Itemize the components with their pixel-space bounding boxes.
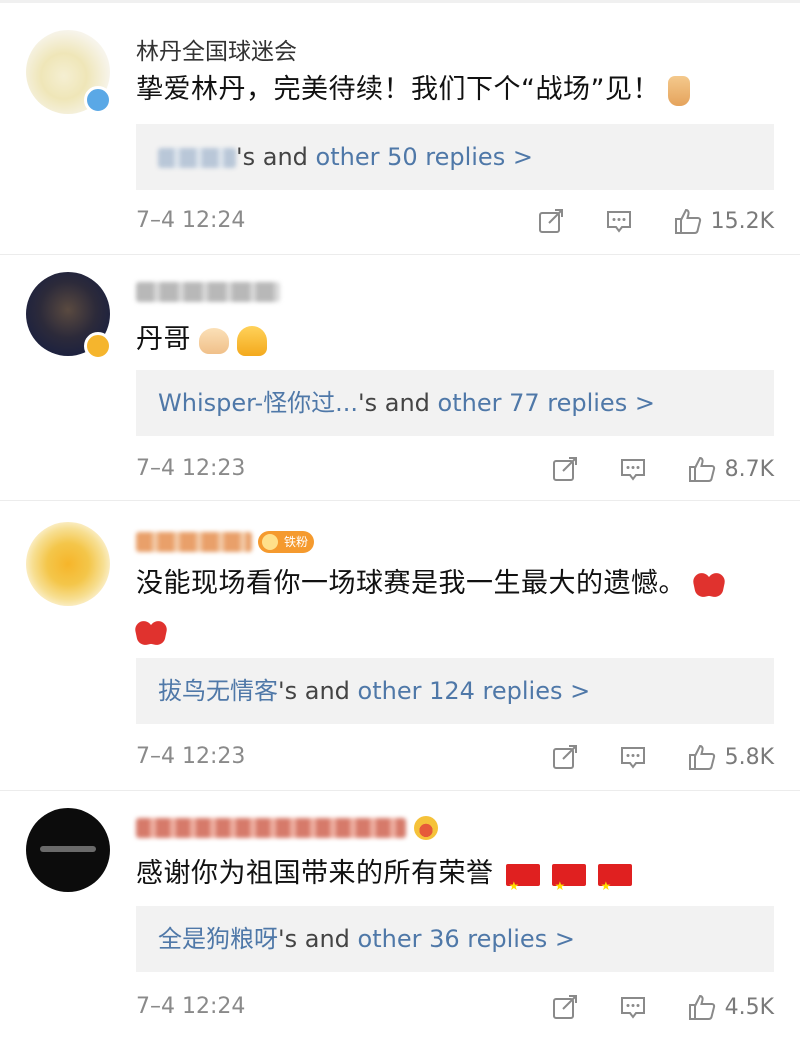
comment-item: 铁粉 没能现场看你一场球赛是我一生最大的遗憾。 拔鸟无情客's and othe…	[0, 500, 800, 794]
replies-link[interactable]: other 36 replies >	[358, 925, 575, 953]
repost-icon	[552, 745, 577, 769]
repost-button[interactable]	[551, 993, 579, 1021]
repost-button[interactable]	[551, 455, 579, 483]
comment-meta: 7–4 12:23 5.8K	[136, 740, 774, 774]
replies-link[interactable]: other 77 replies >	[438, 389, 655, 417]
replies-preview[interactable]: 's and other 50 replies >	[136, 124, 774, 190]
clapping-hands-emoji-icon	[199, 327, 229, 354]
username[interactable]: 林丹全国球迷会	[136, 32, 297, 66]
comment-icon	[620, 747, 645, 769]
comment-button[interactable]	[619, 993, 647, 1021]
like-icon	[674, 208, 701, 234]
replies-link[interactable]: other 50 replies >	[316, 143, 533, 171]
like-icon	[688, 744, 715, 770]
comment-text: 丹哥	[136, 316, 770, 364]
repost-icon	[552, 457, 577, 481]
reply-user[interactable]: 全是狗粮呀	[158, 925, 278, 953]
comment-item: 感谢你为祖国带来的所有荣誉 全是狗粮呀's and other 36 repli…	[0, 790, 800, 1040]
like-icon	[688, 456, 715, 482]
comment-button[interactable]	[619, 743, 647, 771]
comment-text-content: 感谢你为祖国带来的所有荣誉	[136, 858, 494, 889]
replies-preview[interactable]: 拔鸟无情客's and other 124 replies >	[136, 658, 774, 724]
replies-link[interactable]: other 124 replies >	[358, 677, 591, 705]
fan-badge: 铁粉	[258, 531, 315, 553]
comment-item: 丹哥 Whisper-怪你过...'s and other 77 replies…	[0, 254, 800, 504]
comment-button[interactable]	[619, 455, 647, 483]
timestamp: 7–4 12:24	[136, 994, 246, 1019]
action-bar: 15.2K	[497, 204, 774, 238]
comment-meta: 7–4 12:23 8.7K	[136, 452, 774, 486]
replies-preview[interactable]: Whisper-怪你过...'s and other 77 replies >	[136, 370, 774, 436]
comment-meta: 7–4 12:24 15.2K	[136, 204, 774, 238]
comment-button[interactable]	[605, 207, 633, 235]
avatar[interactable]	[26, 522, 110, 606]
crown-badge-icon	[414, 816, 438, 840]
comment-text: 感谢你为祖国带来的所有荣誉	[136, 850, 770, 910]
reply-user-blurred	[158, 148, 236, 168]
reply-suffix: 's and	[236, 143, 316, 171]
username-blurred[interactable]	[136, 818, 406, 838]
action-bar: 5.8K	[511, 740, 774, 774]
repost-button[interactable]	[537, 207, 565, 235]
folded-hands-emoji-icon	[237, 325, 267, 356]
username-blurred[interactable]	[136, 532, 252, 552]
broken-heart-emoji-icon	[694, 571, 724, 599]
like-button[interactable]: 8.7K	[687, 454, 774, 484]
action-bar: 8.7K	[511, 452, 774, 486]
like-count: 5.8K	[724, 744, 774, 770]
china-flag-emoji-icon	[505, 862, 540, 910]
repost-icon	[552, 995, 577, 1019]
timestamp: 7–4 12:23	[136, 456, 246, 481]
comment-text: 没能现场看你一场球赛是我一生最大的遗憾。	[136, 560, 770, 656]
avatar[interactable]	[26, 808, 110, 892]
comment-text-content: 没能现场看你一场球赛是我一生最大的遗憾。	[136, 568, 686, 599]
fan-heart-icon	[262, 534, 278, 550]
broken-heart-emoji-icon	[136, 619, 166, 647]
repost-button[interactable]	[551, 743, 579, 771]
reply-user[interactable]: Whisper-怪你过...	[158, 389, 358, 417]
action-bar: 4.5K	[511, 990, 774, 1024]
thumbs-up-emoji-icon	[667, 75, 690, 106]
repost-icon	[538, 209, 563, 233]
replies-preview[interactable]: 全是狗粮呀's and other 36 replies >	[136, 906, 774, 972]
like-count: 15.2K	[710, 208, 774, 234]
comment-item: 林丹全国球迷会 挚爱林丹，完美待续！我们下个“战场”见！ 's and othe…	[0, 0, 800, 258]
comment-text-content: 挚爱林丹，完美待续！我们下个“战场”见！	[136, 74, 660, 105]
like-button[interactable]: 4.5K	[687, 992, 774, 1022]
verified-badge-icon	[84, 332, 112, 360]
like-count: 4.5K	[724, 994, 774, 1020]
verified-badge-icon	[84, 86, 112, 114]
reply-suffix: 's and	[278, 925, 358, 953]
comment-meta: 7–4 12:24 4.5K	[136, 990, 774, 1024]
comment-icon	[606, 211, 631, 233]
username-blurred[interactable]	[136, 282, 280, 302]
timestamp: 7–4 12:24	[136, 208, 246, 233]
china-flag-emoji-icon	[597, 862, 632, 910]
reply-suffix: 's and	[278, 677, 358, 705]
comment-text: 挚爱林丹，完美待续！我们下个“战场”见！	[136, 66, 770, 114]
comment-icon	[620, 459, 645, 481]
timestamp: 7–4 12:23	[136, 744, 246, 769]
like-button[interactable]: 15.2K	[673, 206, 774, 236]
reply-suffix: 's and	[358, 389, 438, 417]
reply-user[interactable]: 拔鸟无情客	[158, 677, 278, 705]
china-flag-emoji-icon	[551, 862, 586, 910]
like-button[interactable]: 5.8K	[687, 742, 774, 772]
fan-badge-label: 铁粉	[284, 535, 309, 549]
comment-icon	[620, 997, 645, 1019]
like-icon	[688, 994, 715, 1020]
like-count: 8.7K	[724, 456, 774, 482]
comment-text-content: 丹哥	[136, 324, 191, 355]
